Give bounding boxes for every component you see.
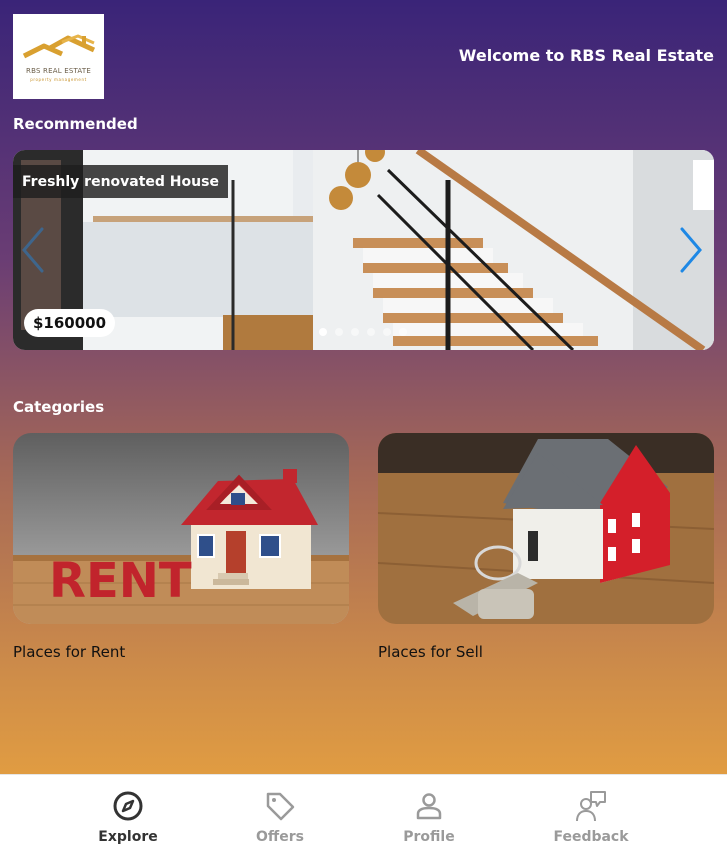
- carousel-dot[interactable]: [351, 328, 359, 336]
- carousel-dot[interactable]: [367, 328, 375, 336]
- recommended-carousel[interactable]: Freshly renovated House $160000: [13, 150, 714, 350]
- nav-profile-label: Profile: [403, 829, 455, 845]
- compass-icon: [113, 791, 143, 821]
- bottom-navigation: Explore Offers Profile Feedback: [0, 774, 727, 861]
- category-rent-label: Places for Rent: [13, 643, 126, 661]
- nav-profile[interactable]: Profile: [374, 789, 484, 845]
- category-rent-card[interactable]: RENT: [13, 433, 349, 624]
- company-logo[interactable]: RBS REAL ESTATE property management: [13, 14, 104, 99]
- carousel-pagination: [319, 328, 407, 336]
- nav-explore-label: Explore: [98, 829, 158, 845]
- logo-name: RBS REAL ESTATE: [26, 66, 91, 75]
- nav-offers-label: Offers: [256, 829, 304, 845]
- rent-house-image: RENT: [13, 433, 349, 624]
- roof-logo-icon: [22, 34, 95, 58]
- person-icon: [416, 793, 442, 820]
- tag-icon: [266, 792, 295, 821]
- carousel-next-arrow-icon[interactable]: [676, 225, 706, 275]
- feedback-icon: [576, 791, 606, 822]
- carousel-prev-arrow-icon[interactable]: [18, 225, 48, 275]
- carousel-dot[interactable]: [335, 328, 343, 336]
- carousel-dot[interactable]: [319, 328, 327, 336]
- price-tag: $160000: [24, 309, 116, 337]
- slide-caption: Freshly renovated House: [13, 165, 228, 198]
- category-sell-label: Places for Sell: [378, 643, 483, 661]
- rent-sign: RENT: [49, 553, 192, 609]
- sell-house-image: [378, 433, 714, 624]
- carousel-dot[interactable]: [383, 328, 391, 336]
- carousel-dot[interactable]: [399, 328, 407, 336]
- app-header: RBS REAL ESTATE property management Welc…: [0, 0, 727, 110]
- recommended-title: Recommended: [13, 115, 138, 133]
- categories-title: Categories: [13, 398, 105, 416]
- category-sell-card[interactable]: [378, 433, 714, 624]
- nav-explore[interactable]: Explore: [73, 789, 183, 845]
- nav-feedback-label: Feedback: [553, 829, 629, 845]
- welcome-heading: Welcome to RBS Real Estate: [458, 46, 714, 65]
- nav-offers[interactable]: Offers: [225, 789, 335, 845]
- logo-tagline: property management: [30, 76, 87, 82]
- nav-feedback[interactable]: Feedback: [536, 789, 646, 845]
